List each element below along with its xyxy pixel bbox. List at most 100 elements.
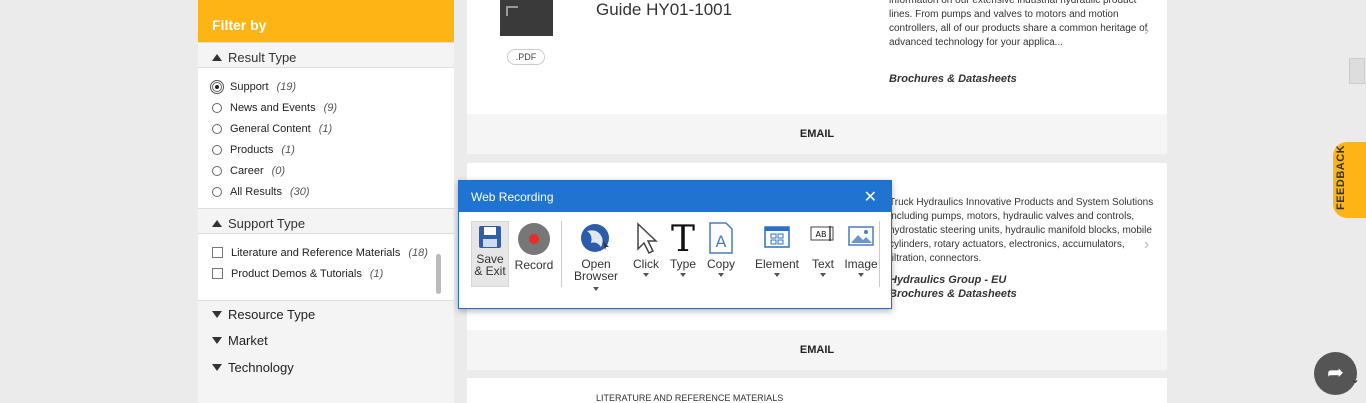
text-button[interactable]: AB Text [808,221,838,277]
result-type-options: Support (19) News and Events (9) General… [198,68,454,208]
copy-button[interactable]: A Copy [706,221,736,277]
text-icon: AB [810,226,834,241]
chevron-right-icon[interactable]: › [1144,236,1149,254]
card-title[interactable]: Guide HY01-1001 [596,0,732,20]
technology-title: Technology [228,360,294,375]
dialog-title: Web Recording [471,190,554,204]
close-icon[interactable]: ✕ [864,187,877,207]
result-card[interactable]: LITERATURE AND REFERENCE MATERIALS [467,378,1167,403]
resource-type-title: Resource Type [228,306,316,322]
card-category: Brochures & Datasheets [889,73,1017,85]
technology-header[interactable]: Technology [198,354,454,381]
option-count: (30) [289,185,310,198]
resource-type-header[interactable]: Resource Type [198,300,454,327]
expand-arrow-icon [212,337,222,344]
element-icon [764,226,790,248]
support-type-options: Literature and Reference Materials (18) … [198,234,454,300]
checkbox[interactable] [212,247,223,258]
page-scrollbar[interactable] [1349,58,1365,84]
market-header[interactable]: Market [198,327,454,354]
dropdown-caret-icon [593,286,599,291]
option-count: (1) [318,122,333,135]
filter-sidebar: Filter by Result Type Support (19) News … [198,0,454,403]
dropdown-caret-icon [858,273,864,277]
option-label: Product Demos & Tutorials [231,267,362,280]
record-label: Record [514,258,554,272]
radio-button[interactable] [212,186,222,197]
checkbox-option-literature[interactable]: Literature and Reference Materials (18) [212,242,454,263]
image-button[interactable]: Image [844,221,878,277]
radio-button[interactable] [212,144,222,155]
chevron-right-icon[interactable]: › [1144,22,1149,40]
card-group: Hydraulics Group - EU [889,274,1007,286]
option-label: News and Events [230,101,316,114]
click-label: Click [633,257,659,271]
card-type-label: LITERATURE AND REFERENCE MATERIALS [596,393,784,403]
save-exit-button[interactable]: Save & Exit [471,221,509,287]
collapse-arrow-icon [212,54,222,61]
card-category: Brochures & Datasheets [889,288,1017,300]
dropdown-caret-icon [643,273,649,277]
web-recording-dialog: Web Recording ✕ Save & Exit Record Open … [458,180,892,309]
open-browser-button[interactable]: Open Browser [570,221,622,294]
toolbar-divider [879,221,880,287]
checkbox-option-product-demos[interactable]: Product Demos & Tutorials (1) [212,263,454,284]
radio-option-general-content[interactable]: General Content (1) [212,118,454,139]
result-card[interactable]: .PDF Guide HY01-1001 information on our … [467,0,1167,114]
support-type-header[interactable]: Support Type [198,208,454,234]
sidebar-scrollbar[interactable] [436,254,441,294]
feedback-tab[interactable]: FEEDBACK [1333,142,1366,218]
support-type-title: Support Type [228,216,306,231]
option-count: (18) [408,246,428,259]
copy-label: Copy [706,257,735,271]
radio-option-products[interactable]: Products (1) [212,139,454,160]
record-button[interactable]: Record [514,221,554,271]
dropdown-caret-icon [820,273,826,277]
card-description: Truck Hydraulics Innovative Products and… [889,197,1154,264]
radio-button[interactable] [212,123,222,134]
option-count: (0) [271,164,286,177]
svg-text:T: T [671,221,695,255]
click-button[interactable]: Click [631,221,661,277]
element-label: Element [754,257,800,271]
expand-arrow-icon [212,310,222,318]
radio-button[interactable] [212,165,222,176]
radio-option-career[interactable]: Career (0) [212,160,454,181]
card-description: information on our extensive industrial … [889,0,1148,48]
radio-option-all-results[interactable]: All Results (30) [212,181,454,202]
radio-button[interactable] [212,102,222,113]
chevron-down-icon[interactable]: ⌄ [1350,372,1360,386]
option-count: (9) [323,101,338,114]
option-label: All Results [230,185,282,198]
browser-label-text: Browser [573,269,618,283]
type-button[interactable]: T Type [668,219,698,277]
filter-header: Filter by [198,0,454,42]
text-label: Text [811,257,834,271]
option-label: Products [230,143,274,156]
file-type-badge: .PDF [507,49,545,65]
element-button[interactable]: Element [753,221,801,277]
record-icon [518,223,550,255]
svg-text:A: A [716,232,727,251]
option-count: (1) [369,267,384,280]
radio-button[interactable] [210,79,224,94]
save-icon [479,226,501,248]
dropdown-caret-icon [774,273,780,277]
image-label: Image [844,257,878,271]
checkbox[interactable] [212,268,223,279]
svg-text:AB: AB [816,230,827,239]
result-type-header[interactable]: Result Type [198,42,454,68]
type-label: Type [669,257,696,271]
option-label: General Content [230,122,311,135]
radio-option-news-and-events[interactable]: News and Events (9) [212,97,454,118]
dropdown-caret-icon [718,273,724,277]
collapse-arrow-icon [212,220,222,227]
email-button[interactable]: EMAIL [467,330,1167,370]
feedback-label: FEEDBACK [1335,144,1347,210]
email-button[interactable]: EMAIL [467,114,1167,154]
radio-option-support[interactable]: Support (19) [210,76,454,97]
dropdown-caret-icon [680,273,686,277]
option-label: Career [230,164,264,177]
image-icon [848,226,874,246]
click-icon [637,222,658,255]
